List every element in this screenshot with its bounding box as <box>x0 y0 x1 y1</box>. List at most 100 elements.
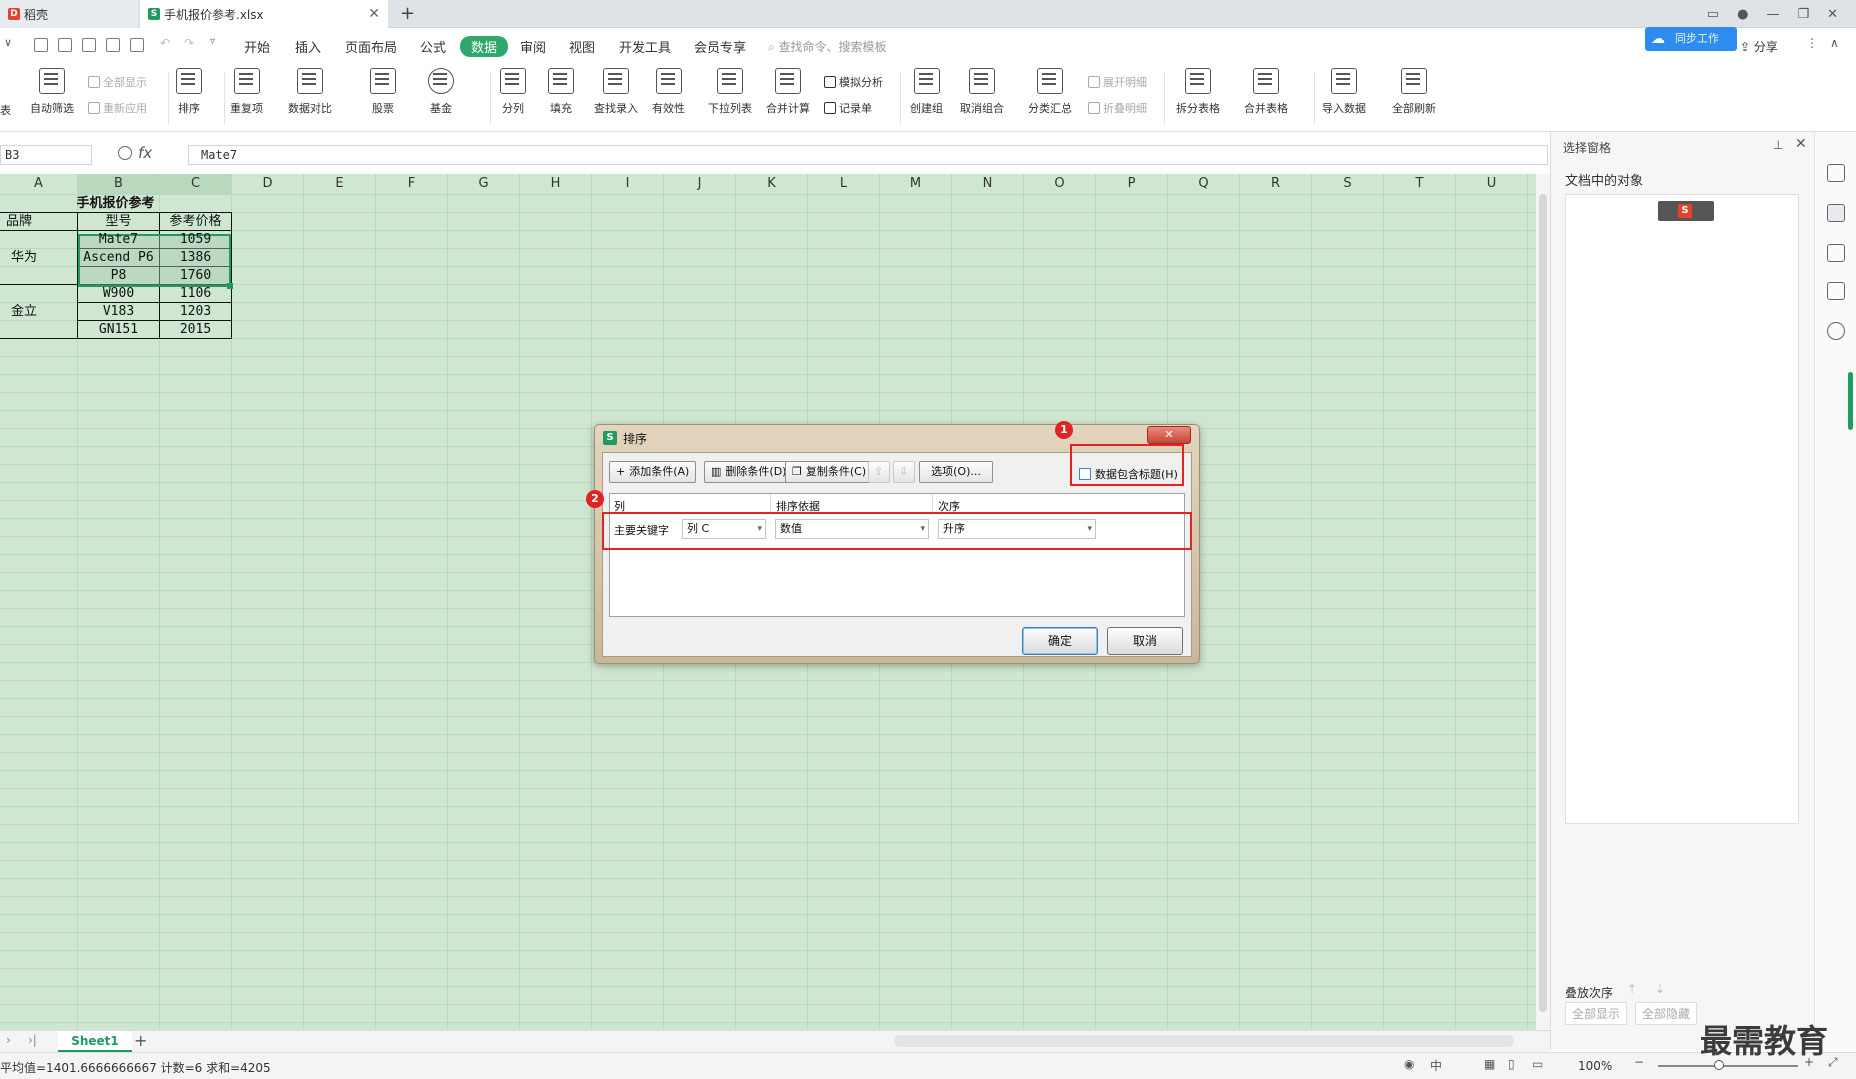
move-up-button[interactable]: ⇧ <box>868 461 890 483</box>
column-header-u[interactable]: U <box>1456 174 1528 194</box>
zoom-icon[interactable] <box>118 146 132 160</box>
pane-title[interactable]: 选择窗格 <box>1563 139 1611 156</box>
dropdown-list-button[interactable]: 下拉列表 <box>708 68 752 116</box>
normal-view-icon[interactable]: ▦ <box>1484 1057 1495 1071</box>
tab-spreadsheet[interactable]: S 手机报价参考.xlsx ✕ <box>140 0 388 28</box>
column-header-n[interactable]: N <box>952 174 1024 194</box>
tab-daoke[interactable]: D 稻壳 <box>0 0 138 28</box>
fill-button[interactable]: 填充 <box>548 68 574 116</box>
chevron-down-icon[interactable]: ∨ <box>4 36 12 49</box>
model-cell[interactable]: P8 <box>78 267 159 284</box>
price-cell[interactable]: 2015 <box>160 321 231 338</box>
column-header-b[interactable]: B <box>78 174 160 194</box>
model-cell[interactable]: Ascend P6 <box>78 249 159 266</box>
close-window-icon[interactable]: ✕ <box>1827 7 1838 22</box>
options-button[interactable]: 选项(O)... <box>919 461 993 483</box>
header-price[interactable]: 参考价格 <box>160 213 231 230</box>
data-compare-button[interactable]: 数据对比 <box>288 68 332 116</box>
close-tab-icon[interactable]: ✕ <box>368 6 380 22</box>
scrollbar-thumb[interactable] <box>1539 194 1547 1012</box>
undo-icon[interactable]: ↶ <box>160 36 170 50</box>
menu-view[interactable]: 视图 <box>569 37 595 56</box>
send-backward-icon[interactable]: ⇣ <box>1655 982 1665 996</box>
subtotal-button[interactable]: 分类汇总 <box>1028 68 1072 116</box>
menu-data[interactable]: 数据 <box>460 36 509 57</box>
zoom-slider[interactable] <box>1658 1065 1798 1067</box>
page-break-icon[interactable]: ▭ <box>1532 1057 1543 1071</box>
bring-forward-icon[interactable]: ⇡ <box>1627 982 1637 996</box>
page-layout-icon[interactable]: ▯ <box>1508 1057 1515 1071</box>
column-header-j[interactable]: J <box>664 174 736 194</box>
column-header-p[interactable]: P <box>1096 174 1168 194</box>
column-header-k[interactable]: K <box>736 174 808 194</box>
model-cell[interactable]: GN151 <box>78 321 159 338</box>
model-cell[interactable]: W900 <box>78 285 159 302</box>
search-command-input[interactable]: ⌕ 查找命令、搜索模板 <box>768 38 887 55</box>
name-box[interactable]: B3 <box>0 145 92 165</box>
menu-review[interactable]: 审阅 <box>520 37 546 56</box>
show-all-button[interactable]: 全部显示 <box>88 74 147 90</box>
object-list[interactable]: S <box>1565 194 1799 824</box>
reapply-button[interactable]: 重新应用 <box>88 100 147 116</box>
menu-formula[interactable]: 公式 <box>420 37 446 56</box>
language-icon[interactable]: 中 <box>1430 1057 1442 1074</box>
expand-detail-button[interactable]: 展开明细 <box>1088 74 1147 90</box>
cloud-sync-button[interactable]: ☁ 同步工作 <box>1645 27 1737 51</box>
validity-button[interactable]: 有效性 <box>652 68 685 116</box>
formula-input[interactable]: Mate7 <box>188 145 1548 165</box>
collapse-detail-button[interactable]: 折叠明细 <box>1088 100 1147 116</box>
column-header-c[interactable]: C <box>160 174 232 194</box>
ungroup-button[interactable]: 取消组合 <box>960 68 1004 116</box>
create-group-button[interactable]: 创建组 <box>910 68 943 116</box>
zoom-out-icon[interactable]: − <box>1634 1055 1644 1069</box>
lookup-entry-button[interactable]: 查找录入 <box>594 68 638 116</box>
column-header-s[interactable]: S <box>1312 174 1384 194</box>
zoom-level[interactable]: 100% <box>1578 1059 1612 1073</box>
column-header-r[interactable]: R <box>1240 174 1312 194</box>
header-model[interactable]: 型号 <box>78 213 159 230</box>
split-table-button[interactable]: 拆分表格 <box>1176 68 1220 116</box>
record-button[interactable]: 记录单 <box>824 100 872 116</box>
cursor-icon[interactable] <box>1827 204 1845 222</box>
more-icon[interactable]: ⋮ <box>1806 36 1818 50</box>
brand-cell[interactable]: 金立 <box>0 303 48 320</box>
menu-developer[interactable]: 开发工具 <box>619 37 671 56</box>
print-preview-icon[interactable] <box>130 38 144 52</box>
delete-condition-button[interactable]: ▥ 删除条件(D) <box>704 461 794 483</box>
save-icon[interactable] <box>58 38 72 52</box>
restore-icon[interactable]: ❐ <box>1797 7 1809 22</box>
what-if-button[interactable]: 模拟分析 <box>824 74 883 90</box>
last-sheet-icon[interactable]: ›| <box>28 1033 37 1047</box>
brand-cell[interactable]: 华为 <box>0 249 48 266</box>
horizontal-scrollbar[interactable] <box>894 1035 1514 1047</box>
price-cell[interactable]: 1106 <box>160 285 231 302</box>
column-header-e[interactable]: E <box>304 174 376 194</box>
menu-insert[interactable]: 插入 <box>295 37 321 56</box>
stock-button[interactable]: 股票 <box>370 68 396 116</box>
format-painter-icon[interactable] <box>82 38 96 52</box>
customize-icon[interactable]: ▿ <box>210 36 215 47</box>
duplicates-button[interactable]: 重复项 <box>230 68 263 116</box>
header-brand[interactable]: 品牌 <box>0 213 50 230</box>
wps-object-item[interactable]: S <box>1658 201 1714 221</box>
avatar[interactable]: ● <box>1737 7 1748 22</box>
collapse-ribbon-icon[interactable]: ∧ <box>1830 36 1839 50</box>
fx-icon[interactable]: fx <box>138 144 152 162</box>
import-data-button[interactable]: 导入数据 <box>1322 68 1366 116</box>
column-header-a[interactable]: A <box>0 174 78 194</box>
layout-icon[interactable]: ▭ <box>1707 7 1719 22</box>
minimize-icon[interactable]: — <box>1766 7 1779 22</box>
consolidate-button[interactable]: 合并计算 <box>766 68 810 116</box>
add-sheet-button[interactable]: + <box>134 1031 147 1050</box>
sliders-icon[interactable] <box>1827 244 1845 262</box>
column-header-t[interactable]: T <box>1384 174 1456 194</box>
column-header-o[interactable]: O <box>1024 174 1096 194</box>
merge-table-button[interactable]: 合并表格 <box>1244 68 1288 116</box>
menu-page-layout[interactable]: 页面布局 <box>345 37 397 56</box>
price-cell[interactable]: 1203 <box>160 303 231 320</box>
price-cell[interactable]: 1760 <box>160 267 231 284</box>
prev-sheet-icon[interactable]: › <box>6 1033 11 1047</box>
column-header-q[interactable]: Q <box>1168 174 1240 194</box>
add-condition-button[interactable]: + 添加条件(A) <box>609 461 697 483</box>
help-icon[interactable] <box>1827 322 1845 340</box>
